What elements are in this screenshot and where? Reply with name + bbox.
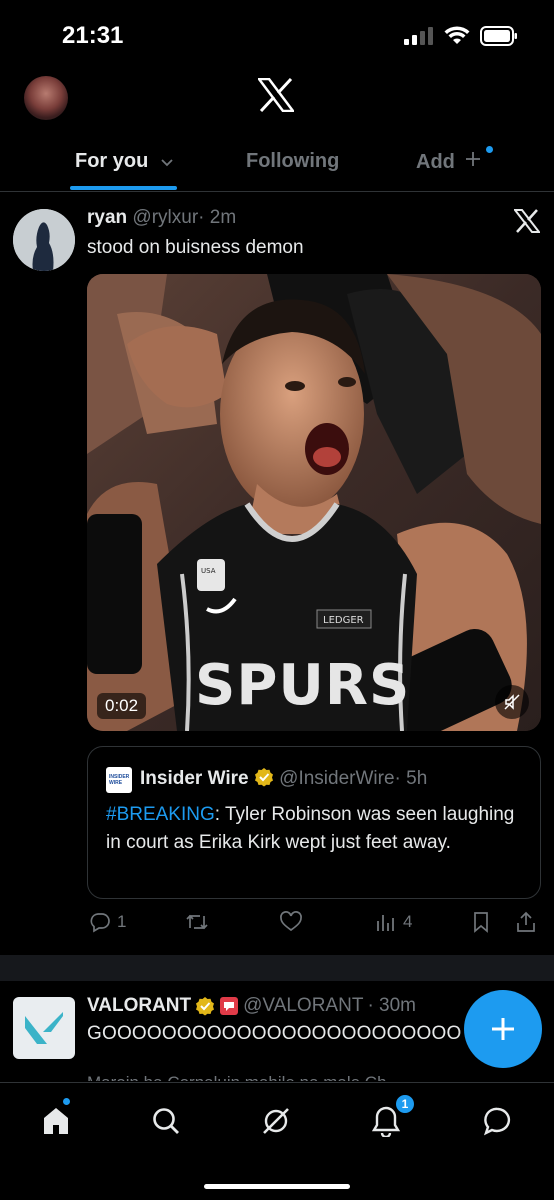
jersey-patch-text: LEDGER <box>323 615 364 626</box>
quote-text: #BREAKING: Tyler Robinson was seen laugh… <box>106 801 526 857</box>
bookmark-icon <box>474 912 488 933</box>
reply-button[interactable]: 1 <box>89 911 126 933</box>
tweet-time: · 30m <box>367 995 417 1016</box>
timeline-tabs: For you Following Add <box>0 134 554 192</box>
affiliate-badge-icon <box>220 997 239 1015</box>
valorant-avatar[interactable] <box>13 997 75 1059</box>
bottom-navigation: 1 <box>0 1082 554 1200</box>
messages-icon <box>483 1107 511 1136</box>
nav-messages[interactable] <box>478 1101 518 1141</box>
tab-add[interactable]: Add <box>416 150 482 174</box>
home-notification-dot <box>63 1098 70 1105</box>
tab-for-you[interactable]: For you <box>75 150 174 173</box>
quote-avatar-text: INSIDER WIRE <box>109 774 130 786</box>
tab-for-you-label: For you <box>75 150 149 172</box>
compose-button[interactable] <box>464 990 542 1068</box>
tweet-author-name[interactable]: ryan <box>87 207 127 228</box>
views-count: 4 <box>403 912 413 931</box>
tweet-author-handle[interactable]: @rylxur <box>132 207 198 228</box>
views-button[interactable]: 4 <box>375 911 412 933</box>
tweet-author-handle[interactable]: @VALORANT <box>243 995 363 1017</box>
status-time: 21:31 <box>62 22 124 49</box>
share-icon <box>517 911 535 932</box>
active-tab-indicator <box>70 186 177 190</box>
tweet-time: · 2m <box>198 207 237 228</box>
speaker-muted-icon <box>504 694 520 710</box>
tweet-video[interactable]: USA LEDGER SPURS 0:02 <box>87 274 541 731</box>
silhouette-avatar-image <box>13 209 75 271</box>
home-indicator <box>204 1184 350 1189</box>
plus-icon <box>466 152 481 166</box>
reply-count: 1 <box>117 912 127 931</box>
nav-home[interactable] <box>36 1101 76 1141</box>
share-button[interactable] <box>515 911 537 933</box>
tab-add-label: Add <box>416 151 455 173</box>
add-notification-dot <box>486 146 493 153</box>
quote-time: · 5h <box>394 768 428 789</box>
grok-x-icon[interactable] <box>514 209 540 233</box>
status-icons <box>404 26 518 46</box>
tweet-actions: 1 4 <box>87 911 541 941</box>
like-button[interactable] <box>279 911 303 933</box>
tab-following[interactable]: Following <box>246 150 339 173</box>
search-icon <box>153 1108 179 1134</box>
quote-header: Insider Wire @InsiderWire· 5h <box>140 767 427 790</box>
plus-icon <box>492 1018 514 1040</box>
valorant-logo-icon <box>25 1012 63 1044</box>
x-logo-icon <box>258 78 294 112</box>
quote-author-handle[interactable]: @InsiderWire <box>279 768 394 789</box>
wifi-icon <box>444 26 470 44</box>
quoted-tweet[interactable]: INSIDER WIRE Insider Wire @InsiderWire· … <box>87 746 541 899</box>
battery-icon <box>480 26 517 46</box>
quote-hashtag[interactable]: #BREAKING <box>106 804 215 825</box>
quote-author-avatar[interactable]: INSIDER WIRE <box>106 767 132 793</box>
repost-button[interactable] <box>185 911 209 933</box>
tweet-author-name[interactable]: VALORANT <box>87 995 191 1017</box>
jersey-text: SPURS <box>195 653 410 718</box>
profile-avatar[interactable] <box>24 76 68 120</box>
tweet-text: stood on buisness demon <box>87 237 304 258</box>
verified-badge-icon <box>196 997 215 1016</box>
analytics-icon <box>377 915 394 931</box>
video-duration: 0:02 <box>97 693 147 719</box>
heart-icon <box>280 911 302 932</box>
cellular-signal-icon <box>404 27 433 45</box>
grok-icon <box>263 1108 289 1134</box>
nav-grok[interactable] <box>256 1101 296 1141</box>
tweet[interactable]: ryan @rylxur· 2m stood on buisness demon <box>0 193 554 955</box>
nav-search[interactable] <box>146 1101 186 1141</box>
mute-button[interactable] <box>495 685 529 719</box>
basketball-player-video-frame: USA LEDGER SPURS <box>87 274 541 731</box>
reply-icon <box>90 913 110 933</box>
status-bar: 21:31 <box>0 0 554 64</box>
tweet-header: ryan @rylxur· 2m <box>87 207 236 229</box>
notification-count-badge: 1 <box>394 1093 416 1115</box>
tweet-text: GOOOOOOOOOOOOOOOOOOOOOOOO <box>87 1023 462 1044</box>
tweet-author-avatar[interactable] <box>13 209 75 271</box>
top-header <box>0 64 554 134</box>
tweet-text-partial: Maroin ha Cornaluin mahile na male Ch <box>87 1073 387 1081</box>
home-icon <box>44 1108 68 1134</box>
chevron-down-icon <box>161 159 173 167</box>
feed-divider <box>0 955 554 981</box>
repost-icon <box>186 914 208 930</box>
quote-author-name[interactable]: Insider Wire <box>140 768 249 789</box>
verified-badge-icon <box>254 768 273 787</box>
bookmark-button[interactable] <box>471 911 491 933</box>
tweet-header: VALORANT @VALORANT · 30m <box>87 995 416 1017</box>
svg-text:USA: USA <box>201 567 216 575</box>
